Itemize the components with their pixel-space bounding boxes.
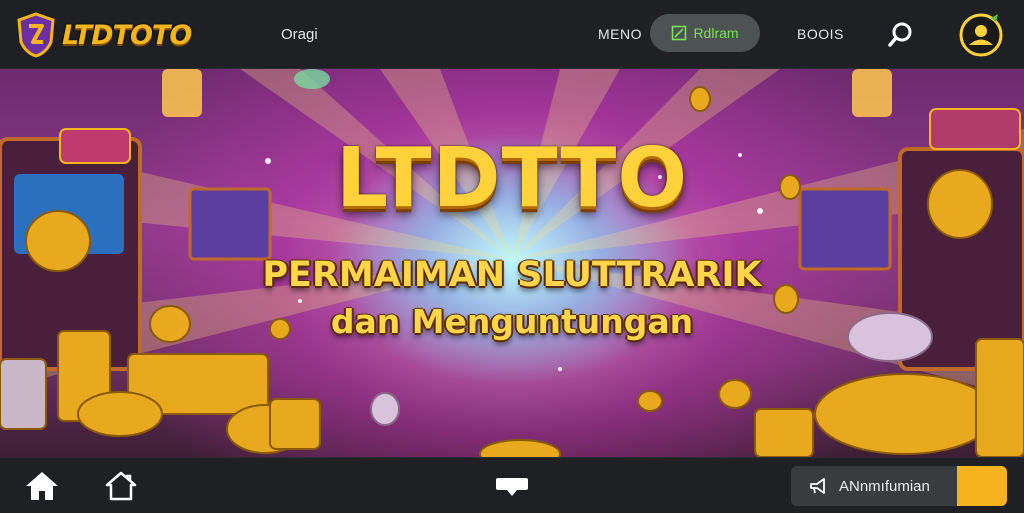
top-navigation-bar: LTDTOTO Oragi MENO Rdlram BOOIS bbox=[0, 0, 1024, 69]
bottom-navigation-bar: ANnmıfumian bbox=[0, 457, 1024, 513]
nav-pill-button[interactable]: Rdlram bbox=[650, 14, 760, 52]
hero-subtitle-line1: PERMAIMAN SLUTTRARIK bbox=[262, 255, 762, 295]
hero-subtitle-line2: dan Menguntungan bbox=[330, 302, 694, 341]
site-logo[interactable]: LTDTOTO bbox=[16, 11, 192, 59]
shield-logo-icon bbox=[17, 12, 55, 58]
announcement-button[interactable]: ANnmıfumian bbox=[791, 466, 1007, 506]
chat-icon[interactable] bbox=[495, 476, 529, 498]
hero-title: LTDTTO bbox=[335, 131, 689, 226]
logo-text: LTDTOTO bbox=[62, 19, 192, 51]
announcement-label: ANnmıfumian bbox=[839, 478, 930, 495]
edit-icon bbox=[672, 25, 687, 41]
announcement-accent bbox=[957, 466, 1007, 506]
hero-banner[interactable]: LTDTTO PERMAIMAN SLUTTRARIK dan Menguntu… bbox=[0, 69, 1024, 457]
nav-link-oragi[interactable]: Oragi bbox=[281, 26, 318, 43]
home-icon[interactable] bbox=[24, 470, 60, 502]
avatar-icon[interactable] bbox=[958, 12, 1004, 58]
nav-link-menu[interactable]: MENO bbox=[598, 26, 642, 42]
house-icon[interactable] bbox=[104, 470, 138, 502]
nav-link-boots[interactable]: BOOIS bbox=[797, 26, 844, 42]
search-icon[interactable] bbox=[886, 20, 916, 50]
nav-pill-label: Rdlram bbox=[693, 25, 739, 41]
announcement-icon bbox=[810, 478, 825, 494]
